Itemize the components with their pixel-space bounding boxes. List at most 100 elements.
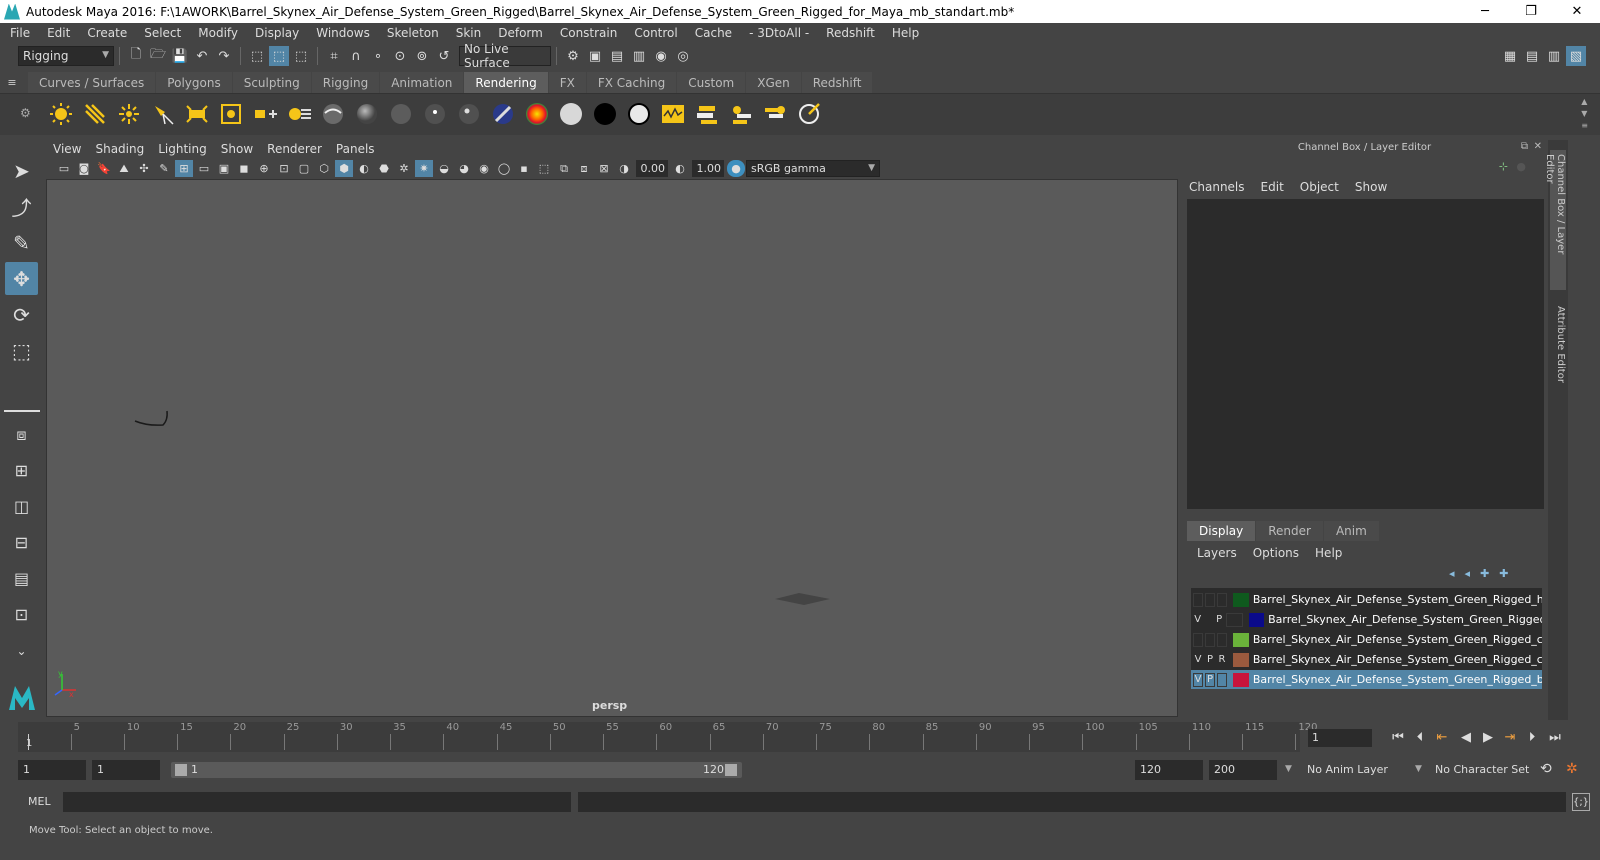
move-tool-icon[interactable]: ✥ [5,262,38,295]
select-hierarchy-icon[interactable]: ⬚ [247,46,267,66]
use-all-lights-icon[interactable]: ✷ [415,160,433,177]
menu-modify[interactable]: Modify [188,26,245,40]
layer-color-swatch[interactable] [1232,652,1249,667]
menu-skin[interactable]: Skin [446,26,489,40]
layer-playback-toggle[interactable] [1204,592,1215,607]
paint-select-tool-icon[interactable]: ✎ [5,226,38,259]
menu-edit[interactable]: Edit [37,26,77,40]
channel-box-area[interactable] [1187,199,1544,509]
snap-curve-icon[interactable]: ∩ [346,46,366,66]
playback-start-field[interactable]: 1 [92,760,160,780]
time-slider-track[interactable]: 1 5 10 15 20 25 30 35 40 45 50 55 60 65 70 75 80 85 90 95 1… [18,722,1317,752]
step-back-key-icon[interactable]: ⇤ [1432,728,1452,746]
play-backwards-icon[interactable]: ◀ [1456,728,1476,746]
menu-windows[interactable]: Windows [306,26,377,40]
shelf-tab-xgen[interactable]: XGen [746,72,801,93]
gate-mask-icon[interactable]: ◼ [235,160,253,177]
render-layer-icon[interactable] [693,100,721,128]
chevron-down-icon[interactable]: ▼ [1285,764,1292,774]
film-gate-icon[interactable]: ▭ [195,160,213,177]
camera-select-icon[interactable]: ▭ [55,160,73,177]
use-background-icon[interactable] [591,100,619,128]
command-input[interactable] [63,792,571,812]
character-set-dropdown[interactable]: No Character Set [1430,760,1530,780]
view-transform-dropdown[interactable]: sRGB gamma ▼ [746,160,880,177]
move-layer-down-icon[interactable]: ◂ [1465,567,1471,580]
layer-row[interactable]: V P R Barrel_Skynex_Air_Defense_System_G… [1191,650,1542,669]
menu-constrain[interactable]: Constrain [550,26,625,40]
two-d-pan-icon[interactable]: ✣ [135,160,153,177]
shading-map-icon[interactable] [625,100,653,128]
step-back-icon[interactable]: ⏴ [1410,728,1430,746]
shelf-tab-custom[interactable]: Custom [677,72,746,93]
color-management-icon[interactable]: ● [727,160,745,177]
camera-aim-up-icon[interactable] [285,100,313,128]
layer-color-swatch[interactable] [1232,592,1249,607]
menu-deform[interactable]: Deform [488,26,550,40]
anisotropic-material-icon[interactable] [455,100,483,128]
close-button[interactable]: ✕ [1554,0,1600,23]
layer-playback-toggle[interactable]: P [1204,672,1215,687]
layer-menu-options[interactable]: Options [1253,546,1299,560]
layer-tab-display[interactable]: Display [1187,521,1256,541]
channel-menu-channels[interactable]: Channels [1189,180,1245,194]
two-pane-layout-icon[interactable]: ◫ [5,490,38,523]
layout-more-icon[interactable]: ⌄ [5,634,38,667]
select-tool-icon[interactable]: ➤ [5,154,38,187]
anim-layer-dropdown[interactable]: No Anim Layer [1302,760,1414,780]
viewport-menu-lighting[interactable]: Lighting [151,142,214,156]
go-to-start-icon[interactable]: ⏮ [1388,728,1408,746]
layer-row[interactable]: V P Barrel_Skynex_Air_Defense_System_Gre… [1191,610,1542,629]
layer-playback-toggle[interactable]: P [1214,613,1223,627]
snap-point-icon[interactable]: ∘ [368,46,388,66]
viewport-menu-view[interactable]: View [46,142,88,156]
hypershade-icon[interactable]: ◉ [651,46,671,66]
surface-shader-icon[interactable] [557,100,585,128]
outliner-layout-icon[interactable]: ▤ [1522,46,1542,66]
layer-reference-toggle[interactable] [1216,632,1227,647]
step-forward-icon[interactable]: ⏵ [1522,728,1542,746]
shelf-tab-rendering[interactable]: Rendering [464,72,548,93]
shelf-tab-rigging[interactable]: Rigging [311,72,380,93]
field-chart-icon[interactable]: ⊕ [255,160,273,177]
camera-aim-icon[interactable] [251,100,279,128]
single-pane-layout-icon[interactable]: ⧈ [5,418,38,451]
shelf-tab-animation[interactable]: Animation [380,72,464,93]
range-slider[interactable]: 1 120 [171,762,742,778]
shelf-menu-icon[interactable]: ≡ [0,72,24,93]
layer-visibility-toggle[interactable] [1193,632,1203,647]
grease-pencil-icon[interactable]: ✎ [155,160,173,177]
layer-color-swatch[interactable] [1232,672,1249,687]
layer-row[interactable]: Barrel_Skynex_Air_Defense_System_Green_R… [1191,590,1542,609]
side-tab-attribute-editor[interactable]: Attribute Editor [1550,306,1566,396]
live-surface-field[interactable]: No Live Surface [459,42,551,70]
layer-row[interactable]: V P Barrel_Skynex_Air_Defense_System_Gre… [1191,670,1542,689]
menu-help[interactable]: Help [882,26,926,40]
current-frame-field[interactable]: 1 [1308,729,1372,747]
screen-space-ao-icon[interactable]: ◕ [455,160,473,177]
channel-menu-show[interactable]: Show [1355,180,1387,194]
layer-reference-toggle[interactable] [1216,672,1227,687]
channel-box-toggle-icon[interactable]: ▧ [1566,46,1586,66]
shelf-scroll-icon[interactable]: ▲ ▼ ≡ [1581,96,1588,132]
lasso-tool-icon[interactable]: ⤴ [5,190,38,223]
phonge-material-icon[interactable] [421,100,449,128]
four-pane-layout-icon[interactable]: ⊞ [5,454,38,487]
lambert-material-icon[interactable] [353,100,381,128]
menu-redshift[interactable]: Redshift [816,26,882,40]
render-settings-icon[interactable]: ⚙ [563,46,583,66]
layer-reference-toggle[interactable]: R [1217,653,1227,667]
ramp-shader-icon[interactable] [523,100,551,128]
viewport-menu-panels[interactable]: Panels [329,142,382,156]
transform-axis-icon[interactable]: ⊹ [1499,160,1508,173]
area-light-icon[interactable] [183,100,211,128]
snap-live-icon[interactable]: ↺ [434,46,454,66]
shadows-icon[interactable]: ◒ [435,160,453,177]
redo-icon[interactable]: ↷ [214,46,234,66]
shelf-tab-curves-surfaces[interactable]: Curves / Surfaces [28,72,156,93]
menu-file[interactable]: File [0,26,37,40]
step-forward-key-icon[interactable]: ⇥ [1500,728,1520,746]
viewport-menu-show[interactable]: Show [214,142,260,156]
new-layer-selected-icon[interactable]: ✚ [1480,567,1489,580]
layer-visibility-toggle[interactable]: V [1193,653,1203,667]
